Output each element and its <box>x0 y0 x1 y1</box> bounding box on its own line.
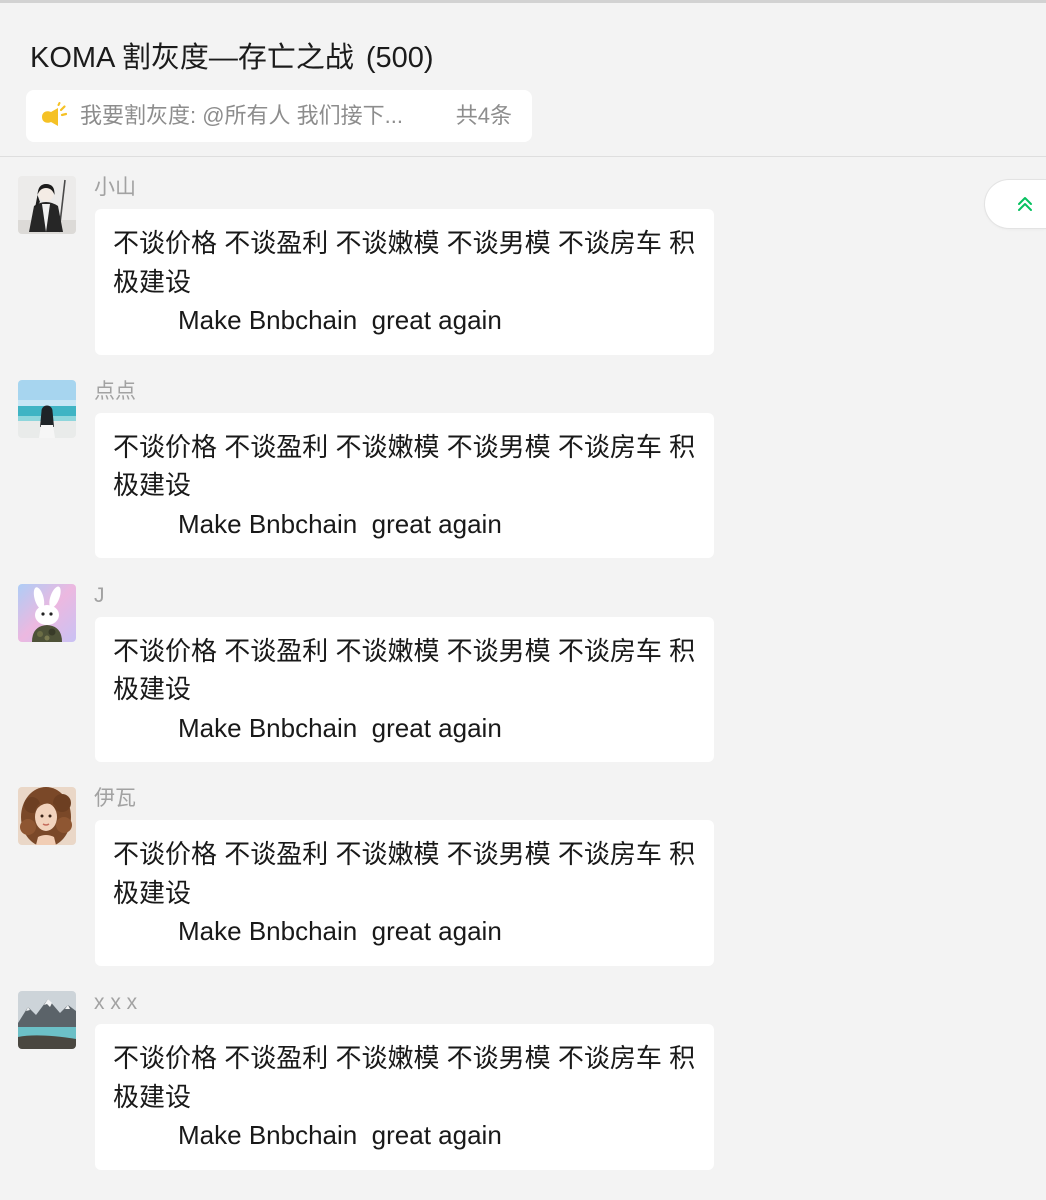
message-bubble[interactable]: 不谈价格 不谈盈利 不谈嫩模 不谈男模 不谈房车 积极建设 Make Bnbch… <box>95 209 714 355</box>
megaphone-icon-graphic <box>42 102 67 126</box>
message-text: 不谈价格 不谈盈利 不谈嫩模 不谈男模 不谈房车 积极建设 Make Bnbch… <box>113 1043 696 1150</box>
message-bubble[interactable]: 不谈价格 不谈盈利 不谈嫩模 不谈男模 不谈房车 积极建设 Make Bnbch… <box>95 820 714 966</box>
pinned-message-text: 我要割灰度: @所有人 我们接下... <box>80 103 404 128</box>
avatar[interactable] <box>18 176 76 234</box>
megaphone-icon <box>39 102 67 130</box>
message-bubble[interactable]: 不谈价格 不谈盈利 不谈嫩模 不谈男模 不谈房车 积极建设 Make Bnbch… <box>95 412 714 559</box>
sender-name: 小山 <box>94 176 136 199</box>
message-item: x x x 不谈价格 不谈盈利 不谈嫩模 不谈男模 不谈房车 积极建设 Make… <box>0 991 1046 1170</box>
message-bubble[interactable]: 不谈价格 不谈盈利 不谈嫩模 不谈男模 不谈房车 积极建设 Make Bnbch… <box>95 616 714 762</box>
avatar-image <box>18 379 76 438</box>
pinned-count: 共4条 <box>455 103 512 128</box>
message-item: 伊瓦 不谈价格 不谈盈利 不谈嫩模 不谈男模 不谈房车 积极建设 Make Bn… <box>0 787 1046 966</box>
message-item: J 不谈价格 不谈盈利 不谈嫩模 不谈男模 不谈房车 积极建设 Make Bnb… <box>0 583 1046 763</box>
message-item: 点点 不谈价格 不谈盈利 不谈嫩模 不谈男模 不谈房车 积极建设 Make Bn… <box>0 379 1046 559</box>
message-text: 不谈价格 不谈盈利 不谈嫩模 不谈男模 不谈房车 积极建设 Make Bnbch… <box>113 635 696 743</box>
member-count: (500) <box>365 42 434 74</box>
message-bubble[interactable]: 不谈价格 不谈盈利 不谈嫩模 不谈男模 不谈房车 积极建设 Make Bnbch… <box>95 1024 714 1170</box>
group-name: KOMA 割灰度—存亡之战 <box>30 42 354 74</box>
header-divider <box>0 156 1046 157</box>
sender-name: 点点 <box>94 379 136 403</box>
message-item: 小山 不谈价格 不谈盈利 不谈嫩模 不谈男模 不谈房车 积极建设 Make Bn… <box>0 176 1046 355</box>
avatar-image <box>18 787 76 846</box>
avatar-image <box>18 176 76 234</box>
pinned-message-bar[interactable]: 我要割灰度: @所有人 我们接下... 共4条 <box>26 90 532 142</box>
avatar[interactable] <box>18 379 76 438</box>
message-list: 小山 不谈价格 不谈盈利 不谈嫩模 不谈男模 不谈房车 积极建设 Make Bn… <box>0 176 1046 1195</box>
avatar[interactable] <box>18 787 76 846</box>
avatar-image <box>18 991 76 1049</box>
sender-name: 伊瓦 <box>94 787 136 811</box>
chat-title: KOMA 割灰度—存亡之战 (500) <box>30 37 434 79</box>
avatar-image <box>18 583 76 642</box>
sender-name: J <box>94 583 105 607</box>
avatar[interactable] <box>18 991 76 1049</box>
chat-header: KOMA 割灰度—存亡之战 (500) 我要割灰度: @所有人 我们接下... 共… <box>0 3 1046 156</box>
message-text: 不谈价格 不谈盈利 不谈嫩模 不谈男模 不谈房车 积极建设 Make Bnbch… <box>113 431 696 539</box>
message-text: 不谈价格 不谈盈利 不谈嫩模 不谈男模 不谈房车 积极建设 Make Bnbch… <box>113 839 696 947</box>
sender-name: x x x <box>94 991 138 1014</box>
message-text: 不谈价格 不谈盈利 不谈嫩模 不谈男模 不谈房车 积极建设 Make Bnbch… <box>113 228 696 335</box>
avatar[interactable] <box>18 583 76 642</box>
